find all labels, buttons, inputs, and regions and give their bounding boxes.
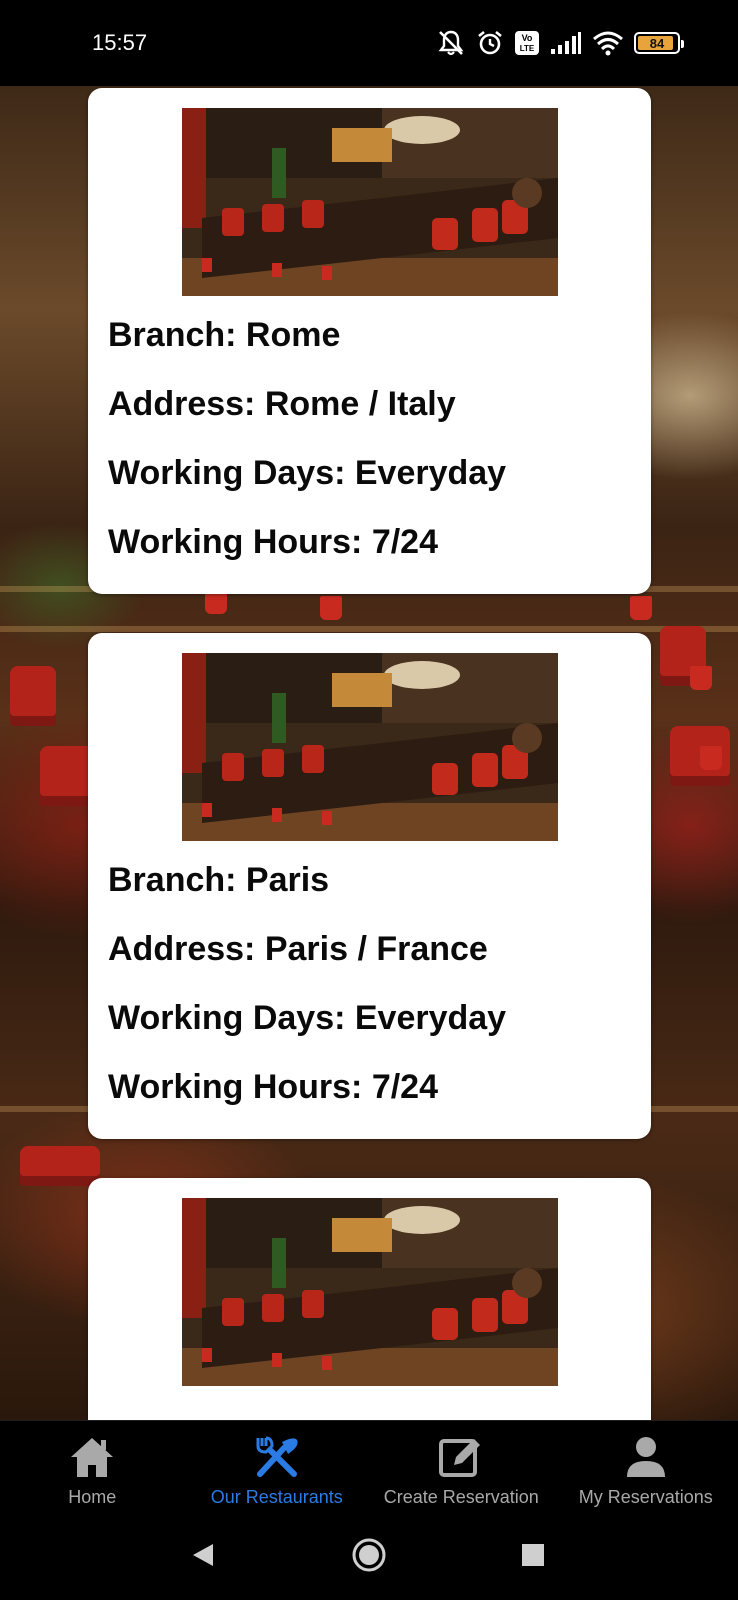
- volte-icon: Vo LTE: [514, 30, 540, 56]
- nav-our-restaurants[interactable]: Our Restaurants: [185, 1421, 370, 1521]
- branch-label: Branch: Rome: [108, 316, 341, 354]
- restaurant-card[interactable]: [88, 1178, 651, 1420]
- signal-icon: [550, 31, 582, 55]
- nav-create-reservation[interactable]: Create Reservation: [369, 1421, 554, 1521]
- alarm-icon: [476, 29, 504, 57]
- nav-create-reservation-label: Create Reservation: [383, 1487, 539, 1507]
- wifi-icon: [592, 30, 624, 56]
- battery-level: 84: [649, 35, 665, 51]
- nav-my-reservations-label: My Reservations: [578, 1487, 713, 1507]
- restaurant-list[interactable]: Branch: Rome Address: Rome / Italy Worki…: [0, 66, 738, 1420]
- svg-text:LTE: LTE: [520, 44, 535, 53]
- battery-icon: 84: [634, 32, 684, 54]
- working-days-label: Working Days: Everyday: [108, 454, 507, 492]
- home-circle-icon[interactable]: [350, 1536, 388, 1574]
- status-time: 15:57: [92, 30, 148, 55]
- address-label: Address: Paris / France: [108, 930, 488, 968]
- restaurant-photo: [182, 108, 558, 296]
- nav-our-restaurants-label: Our Restaurants: [210, 1487, 343, 1507]
- nav-home-label: Home: [68, 1487, 117, 1507]
- address-label: Address: Rome / Italy: [108, 385, 456, 423]
- user-icon: [625, 1433, 667, 1481]
- back-icon[interactable]: [188, 1540, 218, 1570]
- nav-home[interactable]: Home: [0, 1421, 185, 1521]
- svg-text:Vo: Vo: [522, 33, 533, 43]
- status-icons: Vo LTE 84: [436, 26, 684, 60]
- working-hours-label: Working Hours: 7/24: [108, 1068, 438, 1106]
- home-icon: [69, 1433, 115, 1481]
- bottom-nav: Home Our Restaurants Create Reservation: [0, 1420, 738, 1520]
- restaurant-photo: [182, 1198, 558, 1386]
- status-bar: 15:57 Vo LTE 84: [0, 0, 738, 86]
- system-nav-bar: [0, 1520, 738, 1600]
- restaurant-card[interactable]: Branch: Rome Address: Rome / Italy Worki…: [88, 88, 651, 594]
- restaurant-photo: [182, 653, 558, 841]
- nav-my-reservations[interactable]: My Reservations: [554, 1421, 738, 1521]
- mute-icon: [436, 29, 466, 57]
- utensils-icon: [254, 1433, 300, 1481]
- branch-label: Branch: Paris: [108, 861, 330, 899]
- working-days-label: Working Days: Everyday: [108, 999, 507, 1037]
- recents-icon[interactable]: [520, 1542, 546, 1568]
- edit-icon: [438, 1433, 484, 1481]
- restaurant-card[interactable]: Branch: Paris Address: Paris / France Wo…: [88, 633, 651, 1139]
- working-hours-label: Working Hours: 7/24: [108, 523, 438, 561]
